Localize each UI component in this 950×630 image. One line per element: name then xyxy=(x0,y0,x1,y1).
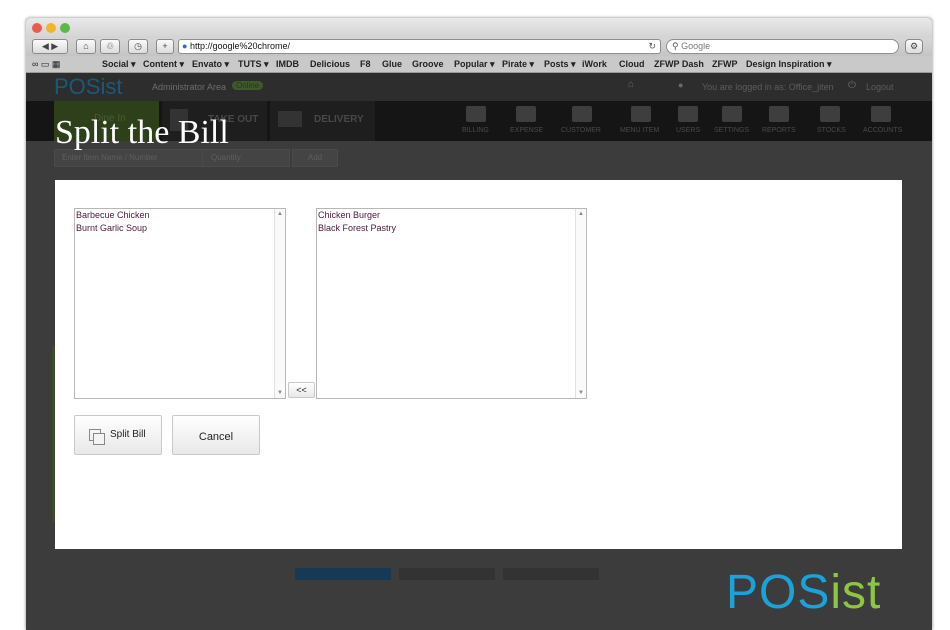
bookmark-item[interactable]: Envato ▾ xyxy=(192,58,229,70)
close-window-icon[interactable] xyxy=(32,23,42,33)
overlay-title: Split the Bill xyxy=(55,114,229,151)
list-item[interactable]: Burnt Garlic Soup xyxy=(75,222,285,235)
reading-list-icon[interactable]: ∞ ▭ ▦ xyxy=(32,58,60,70)
new-tab-icon[interactable]: + xyxy=(156,39,174,54)
status-badge: Online xyxy=(232,81,264,90)
home-icon[interactable]: ⌂ xyxy=(76,39,96,54)
nav-item-billing[interactable]: BILLING xyxy=(462,127,489,134)
bookmark-item[interactable]: IMDB xyxy=(276,58,299,70)
nav-item-settings[interactable]: SETTINGS xyxy=(714,127,749,134)
history-icon[interactable]: ◷ xyxy=(128,39,148,54)
dimmed-button xyxy=(295,568,391,580)
list-item[interactable]: Chicken Burger xyxy=(317,209,586,222)
bookmark-item[interactable]: Glue xyxy=(382,58,402,70)
item-input-placeholder: Enter Item Name / Number xyxy=(62,153,158,162)
bookmark-item[interactable]: Cloud xyxy=(619,58,645,70)
bookmark-item[interactable]: Delicious xyxy=(310,58,350,70)
logo-part-ist: ist xyxy=(830,566,882,619)
accounts-icon xyxy=(871,106,891,122)
logo-part-pos: POS xyxy=(726,566,831,619)
users-icon xyxy=(678,106,698,122)
scroll-up-icon[interactable]: ▲ xyxy=(578,211,584,217)
quantity-input-placeholder: Quantity xyxy=(211,153,241,162)
bookmark-item[interactable]: F8 xyxy=(360,58,371,70)
dimmed-button xyxy=(503,568,599,580)
url-bar[interactable]: ● http://google%20chrome/ ↻ xyxy=(178,39,661,54)
nav-item-menu[interactable]: MENU ITEM xyxy=(620,127,659,134)
split-bill-dialog: Barbecue Chicken Burnt Garlic Soup ▲ ▼ <… xyxy=(55,180,902,549)
home-icon[interactable]: ⌂ xyxy=(628,79,634,90)
billing-icon xyxy=(466,106,486,122)
scroll-down-icon[interactable]: ▼ xyxy=(578,390,584,396)
bookmark-item[interactable]: ZFWP Dash xyxy=(654,58,704,70)
nav-item-customer[interactable]: CUSTOMER xyxy=(561,127,601,134)
bookmark-item[interactable]: TUTS ▾ xyxy=(238,58,269,70)
globe-icon: ● xyxy=(182,41,188,51)
logged-in-text: You are logged in as: Office_jiten xyxy=(702,82,834,92)
scrollbar[interactable]: ▲ ▼ xyxy=(274,209,285,398)
split-bill-button[interactable]: Split Bill xyxy=(74,415,162,455)
bookmark-item[interactable]: Popular ▾ xyxy=(454,58,495,70)
url-text: http://google%20chrome/ xyxy=(189,41,291,51)
truck-icon xyxy=(278,111,302,127)
scroll-down-icon[interactable]: ▼ xyxy=(277,390,283,396)
search-icon: ⚲ xyxy=(672,41,679,51)
bookmark-item[interactable]: Content ▾ xyxy=(143,58,184,70)
settings-icon xyxy=(722,106,742,122)
dimmed-button xyxy=(399,568,495,580)
minimize-window-icon[interactable] xyxy=(46,23,56,33)
bookmark-item[interactable]: Social ▾ xyxy=(102,58,136,70)
right-items-list[interactable]: Chicken Burger Black Forest Pastry ▲ ▼ xyxy=(316,208,587,399)
area-label: Administrator Area xyxy=(152,82,227,92)
nav-item-accounts[interactable]: ACCOUNTS xyxy=(863,127,902,134)
nav-item-expense[interactable]: EXPENSE xyxy=(510,127,543,134)
list-item[interactable]: Black Forest Pastry xyxy=(317,222,586,235)
bookmark-item[interactable]: ZFWP xyxy=(712,58,738,70)
tab-label: DELIVERY xyxy=(314,114,364,125)
search-placeholder: Google xyxy=(681,41,711,51)
menu-item-icon xyxy=(631,106,651,122)
bookmark-item[interactable]: Posts ▾ xyxy=(544,58,576,70)
left-items-list[interactable]: Barbecue Chicken Burnt Garlic Soup ▲ ▼ xyxy=(74,208,286,399)
add-button-label: Add xyxy=(307,153,323,162)
tab-delivery[interactable]: DELIVERY xyxy=(270,101,375,141)
posist-logo: POSist xyxy=(726,565,881,621)
copy-icon-front xyxy=(93,433,105,445)
logout-link[interactable]: Logout xyxy=(866,82,894,92)
search-bar[interactable]: ⚲ Google xyxy=(666,39,899,54)
reload-icon[interactable]: ↻ xyxy=(648,40,656,53)
power-icon: ⏻ xyxy=(848,80,856,91)
reports-icon xyxy=(769,106,789,122)
cancel-button[interactable]: Cancel xyxy=(172,415,260,455)
user-icon: ● xyxy=(678,80,684,90)
stocks-icon xyxy=(820,106,840,122)
bookmarks-bar: ∞ ▭ ▦ Social ▾ Content ▾ Envato ▾ TUTS ▾… xyxy=(26,56,932,73)
bookmark-item[interactable]: Design Inspiration ▾ xyxy=(746,58,832,70)
zoom-window-icon[interactable] xyxy=(60,23,70,33)
bookmark-item[interactable]: Groove xyxy=(412,58,444,70)
nav-item-users[interactable]: USERS xyxy=(676,127,700,134)
expense-icon xyxy=(516,106,536,122)
app-header: POSist Administrator Area Online ⌂ ● You… xyxy=(26,73,932,101)
back-forward-icon[interactable]: ◀ ▶ xyxy=(32,39,68,54)
split-bill-label: Split Bill xyxy=(110,429,146,440)
bookmarks-icon[interactable]: ♲ xyxy=(100,39,120,54)
nav-item-stocks[interactable]: STOCKS xyxy=(817,127,846,134)
scroll-up-icon[interactable]: ▲ xyxy=(277,211,283,217)
customer-icon xyxy=(572,106,592,122)
app-brand: POSist xyxy=(54,74,123,99)
list-item[interactable]: Barbecue Chicken xyxy=(75,209,285,222)
add-button[interactable]: Add xyxy=(292,149,338,167)
bookmark-item[interactable]: Pirate ▾ xyxy=(502,58,534,70)
browser-toolbar: ◀ ▶ ⌂ ♲ ◷ + ● http://google%20chrome/ ↻ … xyxy=(26,38,932,56)
settings-icon[interactable]: ⚙ xyxy=(905,39,923,54)
nav-item-reports[interactable]: REPORTS xyxy=(762,127,796,134)
bookmark-item[interactable]: iWork xyxy=(582,58,607,70)
scrollbar[interactable]: ▲ ▼ xyxy=(575,209,586,398)
move-left-button[interactable]: << xyxy=(288,382,315,398)
title-bar xyxy=(26,18,932,38)
